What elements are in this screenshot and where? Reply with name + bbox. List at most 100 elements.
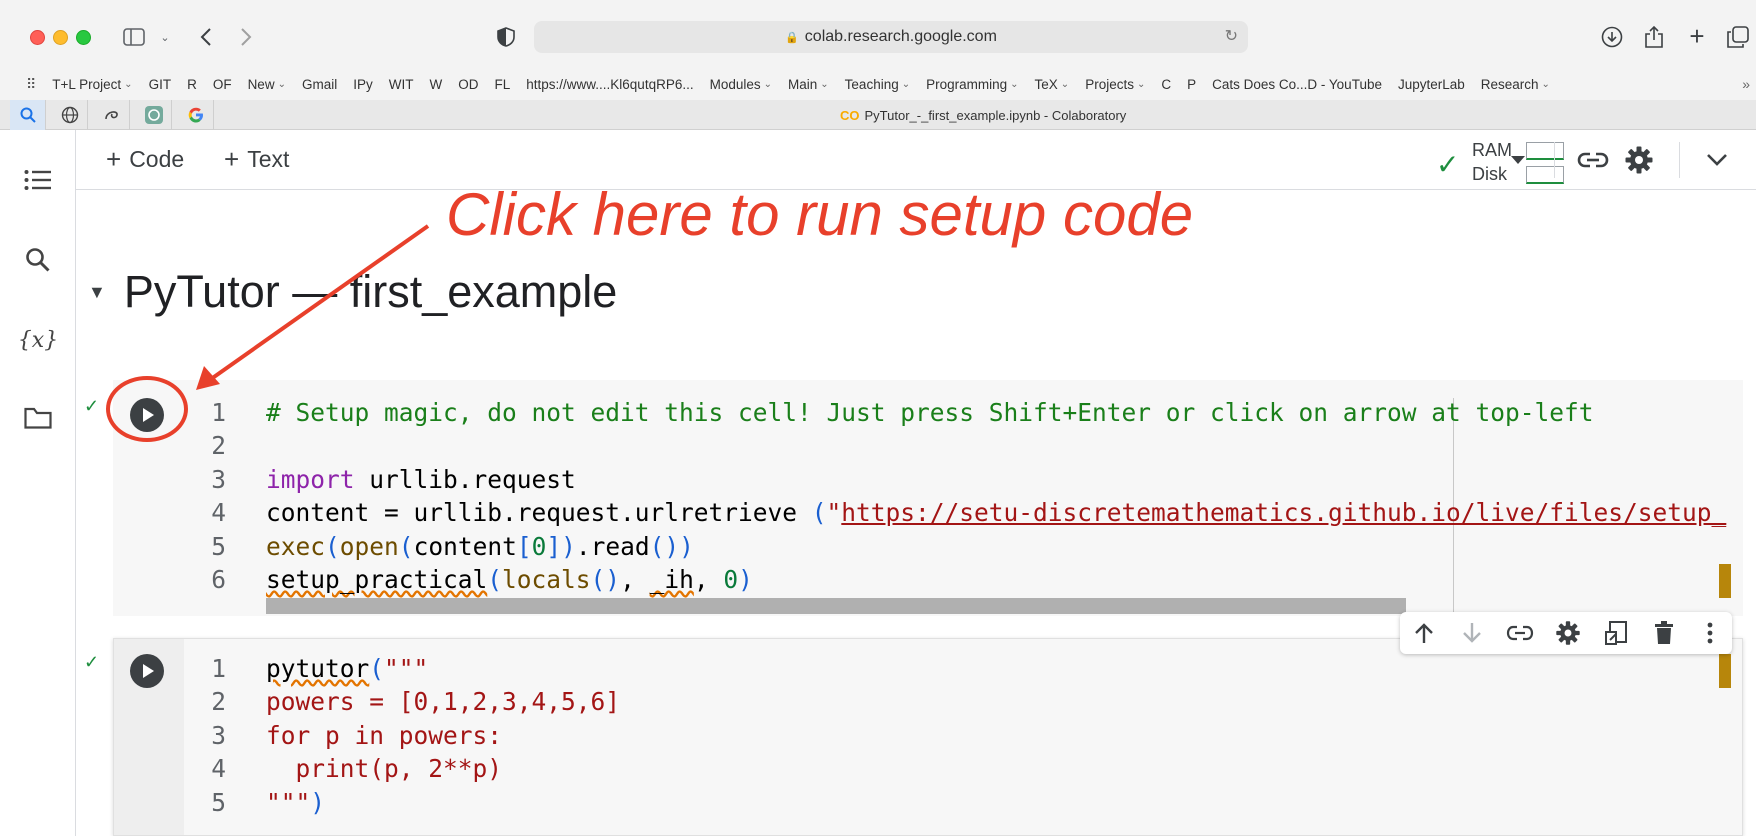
bookmark-item[interactable]: W xyxy=(430,77,443,92)
pinned-tab-google-icon[interactable] xyxy=(178,100,214,130)
bookmark-item[interactable]: OF xyxy=(213,77,232,92)
collapse-header-chevron-icon[interactable] xyxy=(1704,150,1730,170)
toolbar-divider xyxy=(1679,142,1680,178)
line-number: 6 xyxy=(211,565,226,594)
chevron-down-icon[interactable]: ⌄ xyxy=(158,28,172,46)
code-token: # Setup magic, do not edit this cell! Ju… xyxy=(266,398,1594,427)
code-line: content = urllib.request.urlretrieve ("h… xyxy=(266,498,1726,527)
bookmark-item[interactable]: Gmail xyxy=(302,77,337,92)
horizontal-scrollbar[interactable] xyxy=(266,598,1406,614)
disk-usage-bar xyxy=(1526,166,1564,184)
tab-overview-icon[interactable] xyxy=(1726,25,1750,49)
plus-icon: + xyxy=(106,144,122,174)
add-code-cell-button[interactable]: + Code xyxy=(106,144,184,175)
bookmark-item[interactable]: Projects ⌄ xyxy=(1085,77,1145,92)
page-title: PyTutor — first_example xyxy=(123,266,618,317)
sidebar-toggle-icon[interactable] xyxy=(122,26,146,48)
window-close-button[interactable] xyxy=(30,30,45,45)
bookmark-item[interactable]: P xyxy=(1187,77,1196,92)
bookmark-item[interactable]: New ⌄ xyxy=(248,77,286,92)
code-token: exec xyxy=(266,531,326,561)
code-token: 0 xyxy=(531,531,547,561)
cell-toolbar xyxy=(1400,612,1732,654)
code-token: _ih xyxy=(649,565,694,594)
bookmark-item[interactable]: OD xyxy=(458,77,478,92)
bookmark-item[interactable]: JupyterLab xyxy=(1398,77,1465,92)
code-token: locals xyxy=(502,565,591,594)
table-of-contents-icon[interactable] xyxy=(22,164,54,196)
bookmark-item[interactable]: T+L Project ⌄ xyxy=(52,77,132,92)
code-line: # Setup magic, do not edit this cell! Ju… xyxy=(266,398,1594,427)
bookmark-item[interactable]: Research ⌄ xyxy=(1481,77,1550,92)
downloads-icon[interactable] xyxy=(1600,25,1624,49)
bookmarks-bar: ⠿ T+L Project ⌄ GIT R OF New ⌄ Gmail IPy W… xyxy=(0,68,1756,100)
line-number: 4 xyxy=(211,754,226,784)
code-line: """) xyxy=(266,788,325,817)
settings-gear-icon[interactable] xyxy=(1622,144,1656,176)
code-token: ( xyxy=(811,498,827,528)
code-token: .read xyxy=(575,531,650,561)
runtime-dropdown-icon[interactable] xyxy=(1508,152,1528,168)
bookmark-item[interactable]: C xyxy=(1161,77,1171,92)
more-options-icon[interactable] xyxy=(1696,619,1724,647)
section-heading: ▼ PyTutor — first_example xyxy=(88,266,617,318)
cell-executed-check-icon: ✓ xyxy=(84,652,100,672)
variables-icon[interactable]: {𝑥} xyxy=(18,324,58,356)
reload-icon[interactable]: ↻ xyxy=(1225,26,1238,46)
bookmark-item[interactable]: Teaching ⌄ xyxy=(845,77,910,92)
collapse-section-icon[interactable]: ▼ xyxy=(88,282,106,303)
resource-monitor[interactable]: ✓ RAM Disk xyxy=(1436,138,1576,184)
share-icon[interactable] xyxy=(1642,24,1666,50)
connected-check-icon: ✓ xyxy=(1436,149,1460,180)
active-tab[interactable]: CO PyTutor_-_first_example.ipynb - Colab… xyxy=(840,100,1126,130)
apps-grid-icon[interactable]: ⠿ xyxy=(26,76,36,93)
bookmark-item[interactable]: Cats Does Co...D - YouTube xyxy=(1212,77,1382,92)
address-bar[interactable]: 🔒 colab.research.google.com ↻ xyxy=(534,21,1248,53)
forward-icon[interactable] xyxy=(236,26,256,48)
code-line: exec(open(content[0]).read()) xyxy=(266,532,694,561)
window-maximize-button[interactable] xyxy=(76,30,91,45)
back-icon[interactable] xyxy=(196,26,216,48)
pinned-tab-search-icon[interactable] xyxy=(10,100,46,130)
pinned-tab-swirl-icon[interactable] xyxy=(94,100,130,130)
code-token: ( xyxy=(325,531,340,561)
code-token: content = urllib.request.urlretrieve xyxy=(266,498,812,528)
mirror-cell-in-tab-icon[interactable] xyxy=(1602,619,1630,647)
window-minimize-button[interactable] xyxy=(53,30,68,45)
pinned-tab-globe-icon[interactable] xyxy=(52,100,88,130)
move-cell-down-icon[interactable] xyxy=(1458,619,1486,647)
search-icon[interactable] xyxy=(22,244,54,276)
colab-sidebar: {𝑥} xyxy=(0,130,76,836)
bookmark-item[interactable]: Programming ⌄ xyxy=(926,77,1018,92)
files-folder-icon[interactable] xyxy=(22,402,54,434)
bookmark-item[interactable]: R xyxy=(187,77,197,92)
code-token: """ xyxy=(384,654,429,683)
bookmark-item[interactable]: IPy xyxy=(353,77,373,92)
pinned-tab-chatgpt-icon[interactable] xyxy=(136,100,172,130)
bookmark-item[interactable]: Modules ⌄ xyxy=(710,77,772,92)
bookmark-item[interactable]: GIT xyxy=(149,77,172,92)
bookmark-item[interactable]: WIT xyxy=(389,77,414,92)
add-text-cell-button[interactable]: + Text xyxy=(224,144,289,175)
bookmarks-overflow-icon[interactable]: » xyxy=(1742,76,1750,92)
link-icon[interactable] xyxy=(1576,146,1610,174)
new-tab-icon[interactable]: + xyxy=(1686,21,1708,51)
link-to-cell-icon[interactable] xyxy=(1506,619,1534,647)
line-number: 5 xyxy=(211,531,226,561)
code-token: ) xyxy=(738,565,753,594)
colab-logo-icon: CO xyxy=(840,107,860,123)
code-token: () xyxy=(590,565,621,594)
move-cell-up-icon[interactable] xyxy=(1410,619,1438,647)
cell-settings-gear-icon[interactable] xyxy=(1554,619,1582,647)
run-cell-button[interactable] xyxy=(130,654,164,688)
delete-cell-icon[interactable] xyxy=(1650,619,1678,647)
privacy-shield-icon[interactable] xyxy=(496,26,516,48)
bookmark-item[interactable]: FL xyxy=(495,77,511,92)
bookmark-item[interactable]: Main ⌄ xyxy=(788,77,829,92)
bookmark-item[interactable]: https://www....Kl6qutqRP6... xyxy=(526,77,693,92)
bookmark-item[interactable]: TeX ⌄ xyxy=(1035,77,1070,92)
browser-titlebar: ⌄ 🔒 colab.research.google.com ↻ + xyxy=(0,0,1756,68)
code-token: , xyxy=(620,565,650,594)
line-number: 2 xyxy=(211,687,226,717)
code-token: pytutor xyxy=(266,654,370,683)
